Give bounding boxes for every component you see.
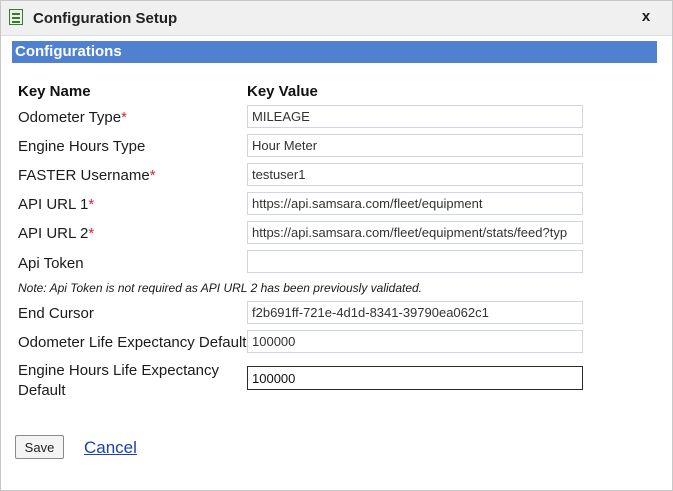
engine-hours-life-expectancy-field[interactable] [247, 366, 583, 390]
label-odometer-life-expectancy-default: Odometer Life Expectancy Default [18, 334, 246, 351]
label-text: API URL 2 [18, 225, 89, 242]
api-url-1-field[interactable] [247, 192, 583, 215]
end-cursor-field[interactable] [247, 301, 583, 324]
configuration-dialog: Configuration Setup x Configurations Key… [0, 0, 673, 491]
section-header: Configurations [12, 41, 657, 63]
label-api-url-1: API URL 1* [18, 196, 94, 213]
column-header-key-name: Key Name [18, 83, 91, 100]
required-marker: * [88, 196, 95, 213]
label-text: Odometer Life Expectancy Default [18, 334, 247, 351]
label-api-url-2: API URL 2* [18, 225, 94, 242]
label-odometer-type: Odometer Type* [18, 109, 127, 126]
save-button[interactable]: Save [15, 435, 64, 459]
label-api-token: Api Token [18, 255, 84, 272]
api-token-note: Note: Api Token is not required as API U… [18, 281, 423, 295]
label-engine-hours-type: Engine Hours Type [18, 138, 145, 155]
label-text: End Cursor [18, 305, 94, 322]
required-marker: * [149, 167, 156, 184]
api-token-field[interactable] [247, 250, 583, 273]
close-icon[interactable]: x [637, 8, 655, 26]
title-bar: Configuration Setup x [1, 1, 672, 36]
form-icon [9, 9, 23, 25]
section-title: Configurations [15, 43, 122, 60]
label-text: Engine Hours Type [18, 138, 146, 155]
column-header-key-value: Key Value [247, 83, 318, 100]
required-marker: * [121, 109, 127, 126]
label-text: Api Token [18, 255, 84, 272]
label-engine-hours-life-expectancy-default: Engine Hours Life Expectancy Default [18, 361, 219, 401]
engine-hours-type-field[interactable] [247, 134, 583, 157]
label-text-line-2: Default [18, 382, 66, 399]
label-text: FASTER Username [18, 167, 150, 184]
odometer-life-expectancy-field[interactable] [247, 330, 583, 353]
label-text: Odometer Type [18, 109, 122, 126]
window-title: Configuration Setup [33, 10, 178, 27]
api-url-2-field[interactable] [247, 221, 583, 244]
required-marker: * [88, 225, 95, 242]
label-end-cursor: End Cursor [18, 305, 94, 322]
faster-username-field[interactable] [247, 163, 583, 186]
label-faster-username: FASTER Username* [18, 167, 156, 184]
cancel-link[interactable]: Cancel [84, 438, 137, 458]
label-text: API URL 1 [18, 196, 89, 213]
odometer-type-field[interactable] [247, 105, 583, 128]
label-text-line-1: Engine Hours Life Expectancy [18, 362, 219, 379]
